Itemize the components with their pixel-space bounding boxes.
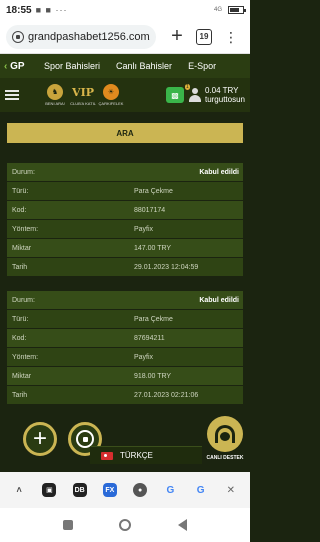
back-icon[interactable] — [177, 519, 187, 531]
status-bar: 18:55 ■ ■ ··· 4G — [0, 0, 250, 20]
language-selector[interactable]: TÜRKÇE — [90, 446, 202, 464]
language-label: TÜRKÇE — [120, 451, 153, 460]
site-info-icon[interactable] — [12, 30, 24, 43]
app-icon-3[interactable]: FX — [102, 483, 117, 497]
wallet-icon[interactable]: ▩ — [165, 87, 184, 103]
user-avatar-icon: 1 — [184, 84, 202, 102]
nav-esports[interactable]: E-Spor — [180, 61, 224, 71]
nav-live-betting[interactable]: Canlı Bahisler — [108, 61, 180, 71]
user-account[interactable]: 1 0.04 TRY turguttosun — [184, 84, 245, 104]
headset-icon — [215, 425, 235, 443]
vip-icon: VIP — [72, 85, 94, 99]
table-row: Tarih 27.01.2023 02:21:06 — [7, 386, 243, 405]
nav-sports-betting[interactable]: Spor Bahisleri — [36, 61, 108, 71]
table-row: Kod: 87694211 — [7, 329, 243, 348]
live-support-label: CANLI DESTEK — [206, 455, 244, 461]
app-icon-4[interactable]: ● — [133, 483, 148, 497]
recent-apps-icon[interactable] — [63, 520, 74, 530]
user-level-badge: 1 — [184, 84, 190, 90]
table-row: Yöntem: Payfix — [7, 220, 243, 239]
hamburger-menu-icon[interactable] — [5, 90, 19, 100]
status-badge: Kabul edildi — [199, 168, 239, 176]
app-icon-2[interactable]: DB — [72, 483, 87, 497]
site-navigation: ‹ GP Spor Bahisleri Canlı Bahisler E-Spo… — [0, 54, 250, 78]
new-tab-icon[interactable]: + — [168, 25, 186, 48]
knight-icon: ♞ — [47, 84, 63, 100]
url-text: grandpashabet1256.com/ — [28, 30, 150, 43]
plus-icon: + — [32, 425, 47, 452]
status-badge: Kabul edildi — [199, 296, 239, 304]
table-row: Türü: Para Çekme — [7, 310, 243, 329]
more-menu-icon[interactable]: ⋮ — [224, 30, 238, 44]
transaction-card: Durum: Kabul edildi Türü: Para Çekme Kod… — [7, 163, 243, 277]
app-dock: ˄ ▣ DB FX ● G G ✕ — [0, 472, 250, 508]
add-button[interactable]: + — [23, 422, 57, 456]
transaction-card: Durum: Kabul edildi Türü: Para Çekme Kod… — [7, 291, 243, 405]
live-support-button[interactable]: CANLI DESTEK — [204, 416, 246, 468]
network-indicator: 4G — [213, 7, 222, 13]
user-balance: 0.04 TRY — [204, 86, 239, 95]
table-row: Durum: Kabul edildi — [7, 291, 243, 310]
home-icon[interactable] — [119, 519, 132, 531]
notification-icons: ■ ■ ··· — [35, 5, 68, 15]
turkey-flag-icon — [101, 451, 113, 460]
app-icon-1[interactable]: ▣ — [42, 483, 57, 497]
promo-call-me[interactable]: ♞ BENI ARA! — [43, 84, 67, 106]
close-icon[interactable]: ✕ — [224, 483, 238, 497]
address-bar[interactable]: grandpashabet1256.com/ — [6, 24, 156, 49]
site-logo[interactable]: ‹ GP — [0, 61, 36, 72]
battery-icon — [228, 6, 246, 14]
google-icon-1[interactable]: G — [163, 483, 177, 497]
table-row: Yöntem: Payfix — [7, 348, 243, 367]
promo-wheel[interactable]: ☀ ÇARKIFELEK — [99, 84, 123, 106]
site-header: ♞ BENI ARA! VIP CLUB'A KATIL ☀ ÇARKIFELE… — [0, 78, 250, 112]
promo-vip-club[interactable]: VIP CLUB'A KATIL — [70, 84, 96, 107]
clock: 18:55 — [6, 4, 32, 16]
system-navigation-bar — [0, 508, 250, 542]
table-row: Miktar 918.00 TRY — [7, 367, 243, 386]
table-row: Türü: Para Çekme — [7, 182, 243, 201]
username: turguttosun — [204, 95, 245, 104]
table-row: Miktar 147.00 TRY — [7, 239, 243, 258]
table-row: Tarih 29.01.2023 12:04:59 — [7, 258, 243, 277]
browser-toolbar: grandpashabet1256.com/ + 19 ⋮ — [0, 20, 250, 54]
table-row: Kod: 88017174 — [7, 201, 243, 220]
search-button[interactable]: ARA — [7, 123, 243, 143]
wheel-icon: ☀ — [103, 84, 119, 100]
chevron-up-icon[interactable]: ˄ — [12, 483, 26, 497]
table-row: Durum: Kabul edildi — [7, 163, 243, 182]
google-icon-2[interactable]: G — [194, 483, 208, 497]
tab-switcher-button[interactable]: 19 — [196, 28, 212, 45]
